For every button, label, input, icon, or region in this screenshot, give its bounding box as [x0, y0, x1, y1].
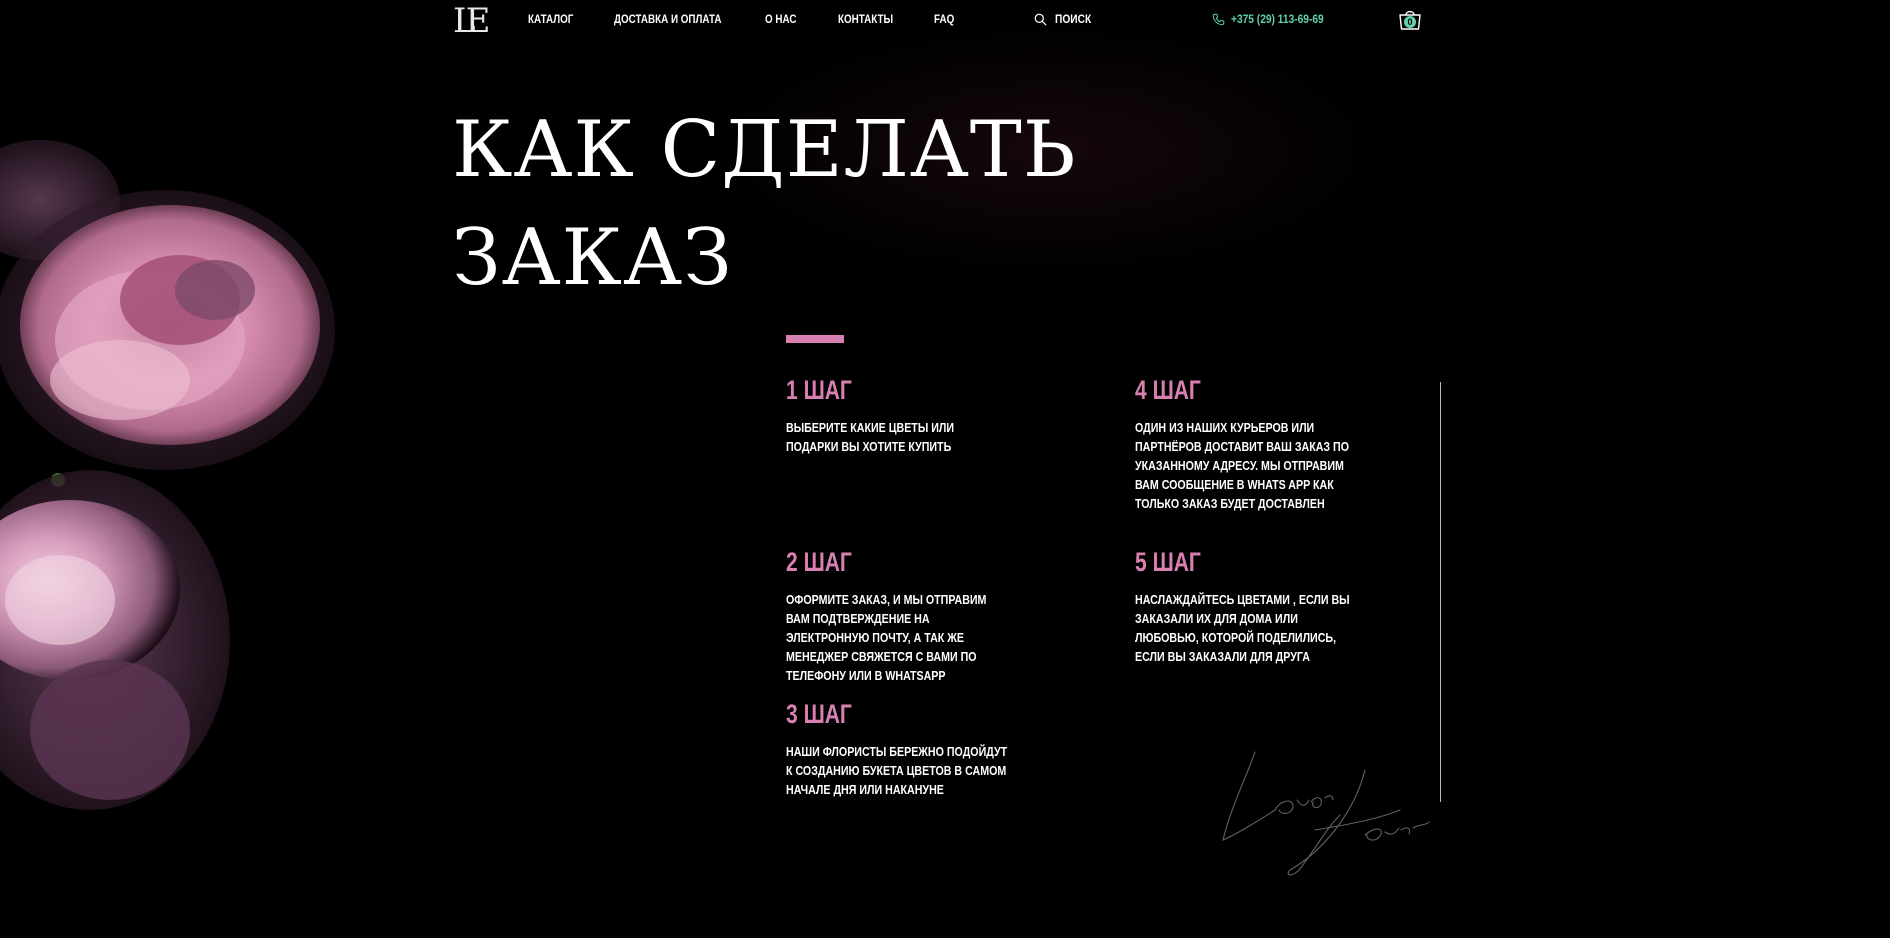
page-title: КАК СДЕЛАТЬ ЗАКАЗ	[452, 96, 1152, 312]
divider-line	[1440, 382, 1441, 802]
step-title: 3 ШАГ	[786, 699, 852, 729]
step-title: 2 ШАГ	[786, 547, 852, 577]
search-label: ПОИСК	[1055, 12, 1092, 26]
step-card: 3 ШАГ НАШИ ФЛОРИСТЫ БЕРЕЖНО ПОДОЙДУТ К С…	[786, 698, 1026, 799]
search-icon	[1034, 13, 1047, 25]
step-description: ОДИН ИЗ НАШИХ КУРЬЕРОВ ИЛИ ПАРТНЁРОВ ДОС…	[1135, 420, 1350, 511]
step-title: 4 ШАГ	[1135, 375, 1201, 405]
site-header: LE КАТАЛОГ ДОСТАВКА И ОПЛАТА О НАС КОНТА…	[0, 0, 1890, 42]
nav-item-faq[interactable]: FAQ	[934, 12, 954, 26]
cart-button[interactable]: 0	[1397, 8, 1423, 30]
nav-item-about[interactable]: О НАС	[765, 12, 796, 26]
accent-bar	[786, 335, 844, 343]
step-description: НАСЛАЖДАЙТЕСЬ ЦВЕТАМИ , ЕСЛИ ВЫ ЗАКАЗАЛИ…	[1135, 592, 1350, 664]
cart-count-badge: 0	[1404, 16, 1416, 28]
page-title-line-1: КАК СДЕЛАТЬ	[452, 105, 1077, 195]
step-description: НАШИ ФЛОРИСТЫ БЕРЕЖНО ПОДОЙДУТ К СОЗДАНИ…	[786, 744, 1008, 797]
peony-flowers-image	[0, 140, 335, 810]
site-logo[interactable]: LE	[453, 0, 490, 42]
step-card: 5 ШАГ НАСЛАЖДАЙТЕСЬ ЦВЕТАМИ , ЕСЛИ ВЫ ЗА…	[1135, 546, 1375, 666]
search-button[interactable]: ПОИСК	[1034, 12, 1098, 26]
nav-item-delivery[interactable]: ДОСТАВКА И ОПЛАТА	[614, 12, 722, 26]
page-title-line-2: ЗАКАЗ	[452, 213, 733, 303]
step-card: 4 ШАГ ОДИН ИЗ НАШИХ КУРЬЕРОВ ИЛИ ПАРТНЁР…	[1135, 374, 1375, 513]
step-card: 1 ШАГ ВЫБЕРИТЕ КАКИЕ ЦВЕТЫ ИЛИ ПОДАРКИ В…	[786, 374, 1026, 456]
lover-flower-signature	[1222, 751, 1430, 876]
step-card: 2 ШАГ ОФОРМИТЕ ЗАКАЗ, И МЫ ОТПРАВИМ ВАМ …	[786, 546, 1026, 685]
phone-number: +375 (29) 113-69-69	[1231, 12, 1324, 26]
step-title: 1 ШАГ	[786, 375, 852, 405]
phone-link[interactable]: +375 (29) 113-69-69	[1212, 12, 1340, 26]
nav-item-catalog[interactable]: КАТАЛОГ	[528, 12, 573, 26]
step-description: ОФОРМИТЕ ЗАКАЗ, И МЫ ОТПРАВИМ ВАМ ПОДТВЕ…	[786, 592, 987, 683]
phone-icon	[1212, 13, 1225, 25]
step-title: 5 ШАГ	[1135, 547, 1201, 577]
step-description: ВЫБЕРИТЕ КАКИЕ ЦВЕТЫ ИЛИ ПОДАРКИ ВЫ ХОТИ…	[786, 420, 955, 454]
nav-item-contacts[interactable]: КОНТАКТЫ	[838, 12, 893, 26]
